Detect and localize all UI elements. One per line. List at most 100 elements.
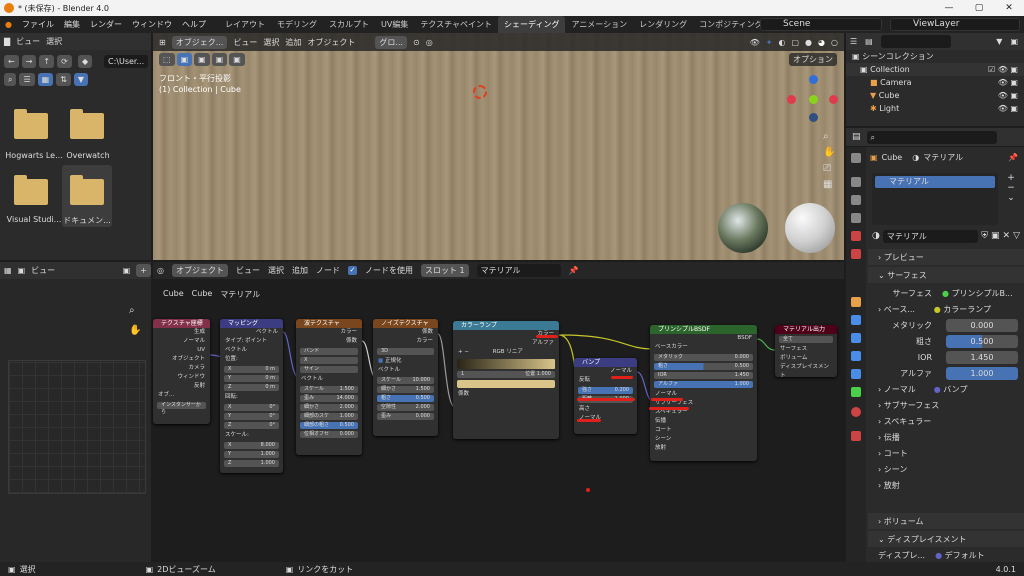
scene-tab-icon[interactable] [851,231,861,241]
base-color-field[interactable]: ● カラーランプ [929,302,1010,316]
value[interactable]: 1.450 [735,372,749,379]
wave-direction-dropdown[interactable]: X [300,357,358,364]
uv-grid[interactable] [8,360,146,494]
panel-preview[interactable]: › プレビュー [868,249,1024,265]
tab-animation[interactable]: アニメーション [565,16,633,33]
orientation-dropdown[interactable]: グロ... [375,35,407,49]
node-noise-texture[interactable]: ノイズテクスチャ 係数 カラー 3D ■ 正規化 ベクトル スケール 10.000… [373,319,438,436]
blender-menu-icon[interactable]: ● [0,20,17,29]
folder-icon[interactable]: ▇ [4,37,10,46]
value[interactable]: 0° [269,404,275,411]
menu-view[interactable]: ビュー [31,265,55,276]
visibility-icon[interactable]: 👁 ▣ [998,78,1018,87]
physics-tab-icon[interactable] [851,351,861,361]
gizmo-z-icon[interactable] [809,75,818,84]
menu-select[interactable]: 選択 [263,37,279,48]
select-new-icon[interactable]: ▣ [176,53,193,66]
node-color-ramp[interactable]: カラーランプ カラー アルファ + − RGB リニア 1 位置 1.000 係数 [453,321,559,439]
panel-displacement[interactable]: ⌄ ディスプレイスメント [868,531,1024,547]
3d-viewport[interactable]: ⊞ オブジェク... ビュー 選択 追加 オブジェクト グロ... ⊙ ◎ 👁 … [153,33,844,260]
chevron-right-icon[interactable]: › [878,385,881,394]
unlink-icon[interactable]: ✕ [1003,231,1011,241]
metallic-value[interactable]: 0.000 [946,318,1018,332]
value[interactable]: 1.000 [340,413,354,420]
value[interactable]: 0.500 [735,363,749,370]
value[interactable]: 0 m [265,384,275,391]
node-principled-bsdf[interactable]: プリンシプルBSDF BSDF ベースカラー メタリック 0.000 粗さ 0.50… [650,325,757,461]
overlay-icon[interactable]: ◐ [779,38,786,47]
add-slot-button[interactable]: + [1002,173,1020,183]
tab-rendering[interactable]: レンダリング [633,16,693,33]
gizmo-y-icon[interactable] [809,95,818,104]
type-value[interactable]: ポイント [245,338,267,344]
shader-field[interactable]: ● プリンシプルB... [938,286,1018,300]
gizmo-neg-z-icon[interactable] [809,113,818,122]
subpanel-subsurface[interactable]: › サブサーフェス [868,397,1024,413]
3d-cursor-icon[interactable] [473,85,487,99]
node-bump[interactable]: バンプ ノーマル 反転 強さ0.200 距離1.000 高さ ノーマル [574,358,637,434]
color-mode-dropdown[interactable]: RGB [493,349,505,355]
collection-row[interactable]: ▣ Collection ☑ 👁 ▣ [846,63,1024,76]
modifier-tab-icon[interactable] [851,315,861,325]
material-tab-icon[interactable] [851,407,861,417]
filter-icon[interactable]: ▼ [996,37,1002,46]
grid-view-icon[interactable]: ▦ [37,73,54,86]
node-material-output[interactable]: マテリアル出力 全て サーフェス ボリューム ディスプレイスメント [775,325,837,377]
shading-rendered-icon[interactable]: ○ [831,38,838,47]
navigation-gizmo[interactable] [787,73,838,123]
outliner-item-light[interactable]: ✱ Light 👁 ▣ [846,102,1024,115]
panel-volume[interactable]: › ボリューム [868,513,1024,529]
forward-arrow-icon[interactable]: → [21,55,37,68]
instancer-checkbox[interactable]: インスタンサーから [157,402,206,415]
value[interactable]: 2.000 [340,404,354,411]
pan-hand-icon[interactable]: ✋ [823,147,835,158]
output-target-dropdown[interactable]: 全て [779,336,833,343]
select-invert-icon[interactable]: ▣ [229,53,245,66]
position-value[interactable]: 1.000 [537,371,551,377]
folder-icon[interactable] [14,175,48,205]
value[interactable]: 14.000 [337,395,355,402]
material-slot[interactable]: マテリアル [875,176,995,188]
subpanel-specular[interactable]: › スペキュラー [868,413,1024,429]
tab-layout[interactable]: レイアウト [219,16,271,33]
value[interactable]: 0.000 [340,431,354,438]
shading-solid-icon[interactable]: ● [805,38,812,47]
select-subtract-icon[interactable]: ▣ [211,53,228,66]
select-box-icon[interactable]: ⬚ [159,53,175,66]
node-wave-texture[interactable]: 波テクスチャ カラー 係数 バンド X サイン ベクトル スケール 1.500 歪… [296,319,362,455]
value[interactable]: 1.000 [735,381,749,388]
tool-tab-icon[interactable] [851,153,861,163]
value[interactable]: 0° [269,413,275,420]
menu-view[interactable]: ビュー [16,36,40,47]
menu-edit[interactable]: 編集 [59,19,85,30]
visibility-icon[interactable]: ☑ 👁 ▣ [988,65,1018,74]
visibility-icon[interactable]: 👁 ▣ [998,104,1018,113]
pin-icon[interactable]: 📌 [1008,153,1018,162]
position-field[interactable]: 位置 1.000 [525,371,551,378]
visibility-icon[interactable]: 👁 [750,38,760,47]
outliner-item-camera[interactable]: ■ Camera 👁 ▣ [846,76,1024,89]
object-tab-icon[interactable] [851,297,861,307]
editor-type-icon[interactable]: ▤ [852,132,861,142]
value[interactable]: 0.200 [615,387,629,394]
particles-tab-icon[interactable] [851,333,861,343]
value[interactable]: 0.500 [416,395,430,402]
parent-dir-icon[interactable]: ↑ [39,55,55,68]
panel-sheen[interactable]: シーン [650,435,757,444]
material-browse-icon[interactable]: ◑ [872,231,880,241]
mode-dropdown[interactable]: オブジェク... [171,35,228,49]
display-mode-icon[interactable]: ▤ [865,37,873,46]
search-icon[interactable]: ⌕ [4,73,17,86]
constraints-tab-icon[interactable] [851,369,861,379]
panel-transmission[interactable]: 伝播 [650,417,757,426]
minimize-button[interactable]: — [934,0,964,16]
subpanel-transmission[interactable]: › 伝播 [868,429,1024,445]
gizmo-x-icon[interactable] [829,95,838,104]
list-view-icon[interactable]: ☰ [19,73,35,86]
gizmo-icon[interactable]: ✦ [766,38,773,47]
displacement-field[interactable]: ● デフォルト [931,549,1002,562]
tab-modeling[interactable]: モデリング [271,16,323,33]
value[interactable]: 8.000 [261,442,275,449]
menu-add[interactable]: 追加 [285,37,301,48]
subpanel-sheen[interactable]: › シーン [868,461,1024,477]
